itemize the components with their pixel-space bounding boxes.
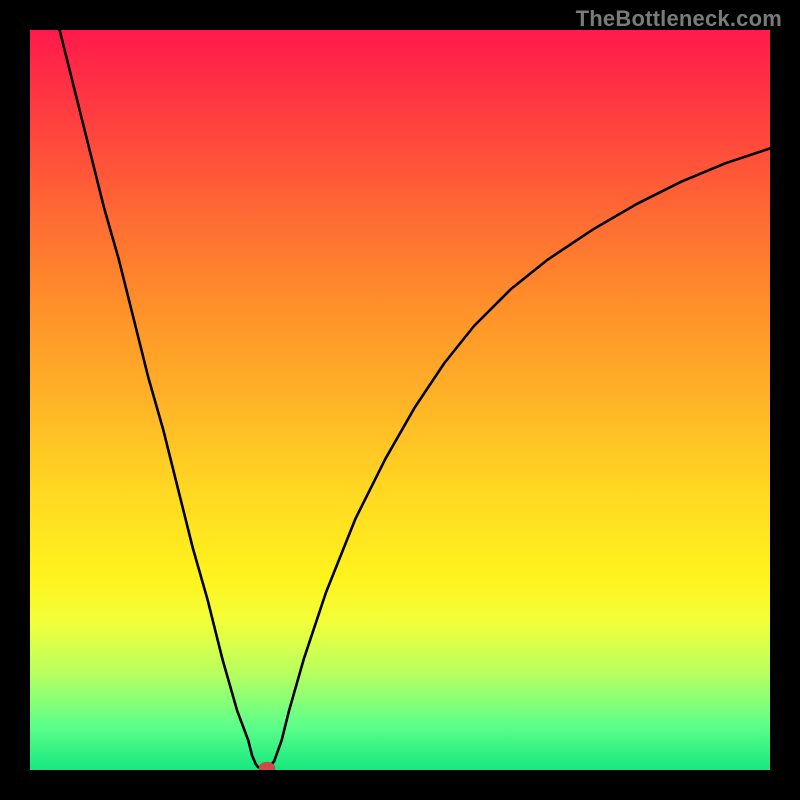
bottleneck-curve xyxy=(30,30,770,770)
chart-container: TheBottleneck.com xyxy=(0,0,800,800)
vertex-marker xyxy=(259,762,275,770)
watermark-text: TheBottleneck.com xyxy=(576,6,782,32)
plot-area xyxy=(30,30,770,770)
